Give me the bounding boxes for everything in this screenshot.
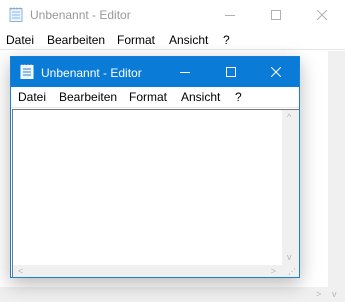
menu-help[interactable]: ?	[235, 90, 242, 104]
maximize-button[interactable]	[208, 57, 254, 87]
background-scroll-corner: v	[328, 287, 345, 302]
menu-ansicht[interactable]: Ansicht	[181, 90, 220, 104]
menu-help[interactable]: ?	[223, 33, 230, 47]
background-menu-bar: Datei Bearbeiten Format Ansicht ?	[0, 30, 345, 50]
maximize-icon	[271, 10, 281, 20]
chevron-left-icon[interactable]: <	[18, 267, 23, 276]
minimize-icon	[180, 72, 190, 73]
maximize-button[interactable]	[253, 0, 299, 30]
chevron-down-icon[interactable]: v	[332, 290, 337, 299]
foreground-window-title: Unbenannt - Editor	[41, 66, 142, 80]
horizontal-scrollbar[interactable]: < >	[12, 265, 282, 277]
notepad-icon	[9, 7, 23, 22]
close-icon	[271, 67, 281, 77]
menu-ansicht[interactable]: Ansicht	[169, 33, 208, 47]
maximize-icon	[226, 67, 236, 77]
foreground-window: Unbenannt - Editor Datei Bearbeiten Form…	[10, 56, 300, 278]
vertical-scrollbar[interactable]: ^ v	[282, 109, 299, 265]
notepad-icon	[20, 64, 34, 79]
background-title-bar[interactable]: Unbenannt - Editor	[0, 0, 345, 30]
minimize-button[interactable]	[207, 0, 253, 30]
scroll-corner: ⋰	[282, 265, 299, 277]
menu-format[interactable]: Format	[117, 33, 155, 47]
minimize-button[interactable]	[162, 57, 208, 87]
chevron-down-icon[interactable]: v	[287, 253, 292, 262]
menu-bearbeiten[interactable]: Bearbeiten	[47, 33, 105, 47]
menu-datei[interactable]: Datei	[6, 33, 34, 47]
text-area[interactable]	[12, 109, 282, 265]
background-vertical-scrollbar[interactable]	[328, 51, 345, 287]
menu-datei[interactable]: Datei	[18, 90, 46, 104]
close-icon	[317, 10, 327, 20]
foreground-title-bar[interactable]: Unbenannt - Editor	[11, 57, 299, 87]
resize-grip-icon[interactable]: ⋰	[288, 267, 296, 276]
close-button[interactable]	[299, 0, 345, 30]
menu-format[interactable]: Format	[129, 90, 167, 104]
menu-bearbeiten[interactable]: Bearbeiten	[59, 90, 117, 104]
close-button[interactable]	[253, 57, 299, 87]
minimize-icon	[225, 15, 235, 16]
chevron-right-icon[interactable]: >	[316, 290, 321, 299]
background-window-title: Unbenannt - Editor	[30, 8, 131, 22]
chevron-right-icon[interactable]: >	[271, 267, 276, 276]
foreground-menu-bar: Datei Bearbeiten Format Ansicht ?	[11, 87, 299, 108]
chevron-up-icon[interactable]: ^	[287, 113, 291, 122]
background-horizontal-scrollbar[interactable]: >	[0, 287, 328, 302]
